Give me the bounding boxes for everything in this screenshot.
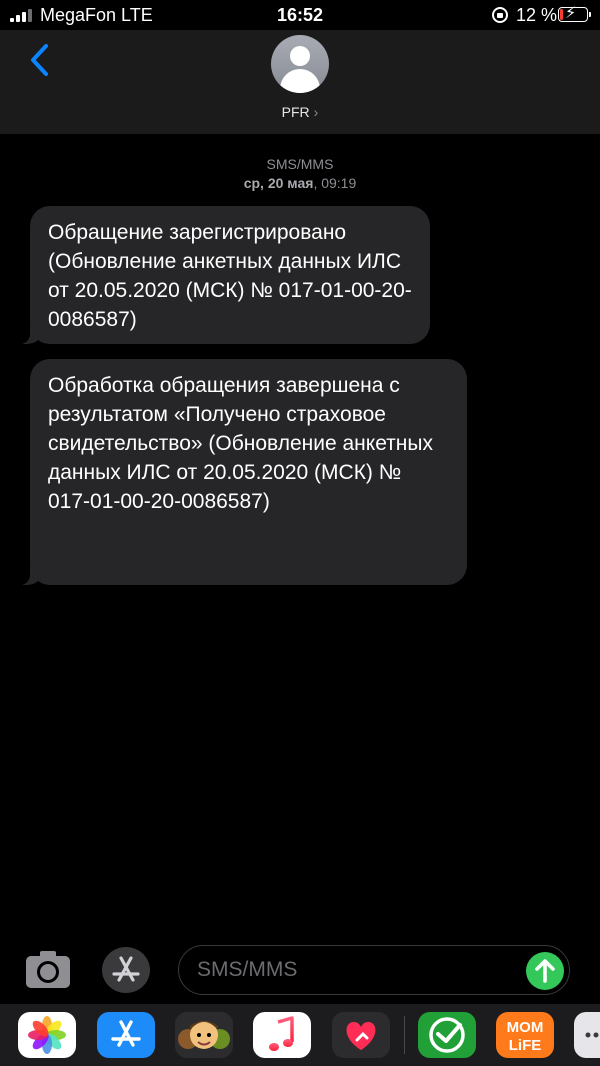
incoming-message-bubble[interactable]: Обработка обращения завершена с результа… [18, 359, 467, 585]
charging-bolt-icon: ⚡ [565, 5, 577, 22]
message-type-label: SMS/MMS [266, 156, 334, 172]
status-bar: MegaFon LTE 16:52 12 % ⚡ [0, 0, 600, 30]
mom-life-icon: MOM LiFE [507, 1019, 544, 1054]
chevron-right-icon: › [313, 104, 319, 120]
sberbank-app[interactable] [418, 1012, 476, 1058]
more-apps[interactable] [574, 1012, 600, 1058]
battery-tip [589, 12, 591, 17]
battery-percent: 12 % [516, 5, 558, 25]
message-input-container[interactable] [178, 945, 570, 995]
appstore-icon [111, 1020, 141, 1047]
battery-level [560, 9, 563, 20]
contact-name[interactable]: PFR [282, 104, 310, 120]
memoji-app[interactable] [175, 1012, 233, 1058]
avatar-head [290, 46, 310, 66]
photos-app[interactable] [18, 1012, 76, 1058]
memoji-icon [178, 1021, 230, 1049]
hearts-icon [346, 1022, 376, 1050]
arrow-up-icon [535, 959, 555, 983]
status-time: 16:52 [276, 5, 324, 25]
message-date: ср, 20 мая [243, 175, 314, 191]
conversation-header: PFR › [0, 30, 600, 134]
appstore-icon [112, 956, 140, 982]
photos-icon [28, 1016, 66, 1054]
message-input[interactable] [197, 956, 517, 984]
contact-name-row[interactable]: PFR › [0, 104, 600, 120]
digital-touch-app[interactable] [332, 1012, 390, 1058]
message-timestamp: ср, 20 мая, 09:19 [0, 175, 600, 191]
appstore-button[interactable] [102, 947, 150, 993]
rotation-lock-icon [492, 7, 508, 23]
incoming-message-bubble[interactable]: Обращение зарегистрировано (Обновление а… [18, 206, 430, 344]
contact-avatar[interactable] [271, 35, 329, 93]
message-time: , 09:19 [313, 175, 357, 191]
app-drawer: MOM LiFE [0, 1004, 600, 1066]
appstore-app[interactable] [97, 1012, 155, 1058]
music-app[interactable] [253, 1012, 311, 1058]
camera-icon[interactable] [24, 948, 72, 992]
music-icon [269, 1016, 294, 1051]
drawer-divider [404, 1016, 405, 1054]
more-icon [585, 1032, 599, 1038]
chevron-left-icon[interactable] [28, 42, 54, 78]
send-button[interactable] [526, 952, 564, 990]
avatar-body [280, 69, 320, 93]
momlife-label-top: MOM [507, 1019, 544, 1036]
mom-life-app[interactable]: MOM LiFE [496, 1012, 554, 1058]
sberbank-icon [429, 1017, 465, 1053]
momlife-label-bottom: LiFE [509, 1037, 542, 1054]
